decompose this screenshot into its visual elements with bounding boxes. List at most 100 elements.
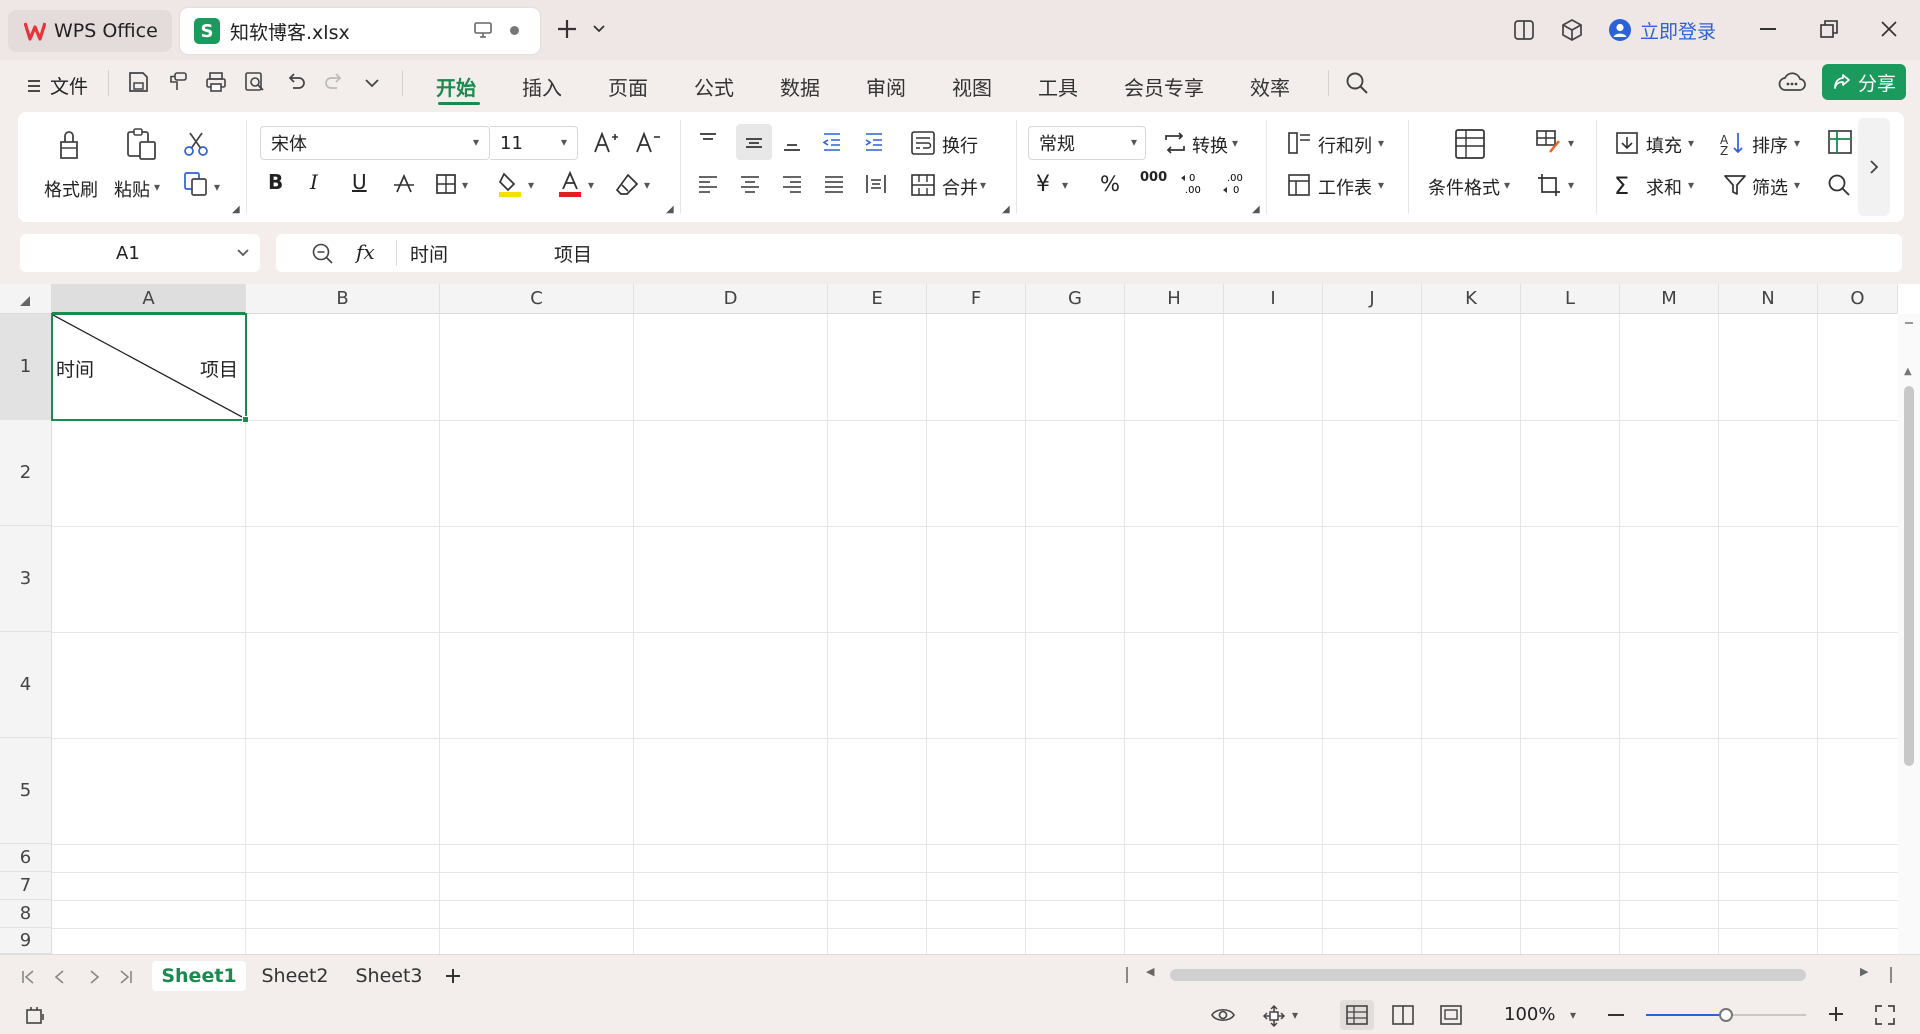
move-icon[interactable]	[1262, 1004, 1286, 1028]
horizontal-scroll-thumb[interactable]	[1170, 969, 1806, 981]
rows-columns-icon[interactable]	[1286, 130, 1312, 156]
convert-label[interactable]: 转换	[1192, 132, 1228, 158]
wrap-text-label[interactable]: 换行	[942, 132, 978, 158]
row-header-3[interactable]: 3	[0, 526, 52, 632]
merge-chevron-down-icon[interactable]: ▾	[980, 178, 986, 192]
font-color-icon[interactable]	[556, 170, 584, 198]
scroll-end-handle[interactable]	[1890, 967, 1892, 983]
zoom-formula-icon[interactable]	[310, 241, 334, 265]
font-group-expand-icon[interactable]: ◢	[666, 204, 674, 215]
strikethrough-icon[interactable]	[392, 172, 416, 196]
conditional-format-chevron-down-icon[interactable]: ▾	[1504, 178, 1510, 192]
minimize-icon[interactable]	[1760, 28, 1776, 30]
quick-access-chevron-down-icon[interactable]	[364, 78, 380, 88]
column-header-g[interactable]: G	[1026, 284, 1125, 314]
tab-review[interactable]: 审阅	[866, 72, 906, 101]
redo-icon[interactable]	[322, 70, 346, 94]
align-middle-button[interactable]	[736, 124, 772, 160]
percent-icon[interactable]: %	[1100, 172, 1120, 196]
column-header-j[interactable]: J	[1323, 284, 1422, 314]
column-header-d[interactable]: D	[634, 284, 828, 314]
cube-icon[interactable]	[1560, 18, 1584, 42]
prev-sheet-icon[interactable]	[52, 969, 68, 985]
format-brush-icon[interactable]	[166, 70, 190, 94]
row-header-7[interactable]: 7	[0, 872, 52, 900]
fill-chevron-down-icon[interactable]: ▾	[1688, 136, 1694, 150]
number-format-select[interactable]: 常规 ▾	[1028, 126, 1146, 160]
vertical-scrollbar[interactable]: ▲ ▼	[1898, 314, 1920, 973]
rows-columns-chevron-down-icon[interactable]: ▾	[1378, 136, 1384, 150]
font-color-chevron-down-icon[interactable]: ▾	[588, 178, 594, 192]
column-header-e[interactable]: E	[828, 284, 927, 314]
new-tab-plus-icon[interactable]	[556, 18, 578, 40]
file-menu-button[interactable]: 文件	[26, 72, 88, 99]
scroll-top-icon[interactable]	[1905, 322, 1913, 324]
sheet-tab-sheet2[interactable]: Sheet2	[250, 961, 340, 991]
layout-panel-icon[interactable]	[1512, 18, 1536, 42]
currency-yen-icon[interactable]: ¥	[1036, 172, 1050, 197]
cell-crop-icon[interactable]	[1536, 172, 1562, 198]
scroll-left-arrow-icon[interactable]: ◀	[1146, 965, 1154, 978]
clipboard-group-expand-icon[interactable]: ◢	[232, 204, 240, 215]
login-button[interactable]: 立即登录	[1608, 14, 1716, 46]
align-top-icon[interactable]	[696, 130, 720, 154]
cut-icon[interactable]	[182, 130, 210, 158]
column-header-a[interactable]: A	[52, 284, 246, 314]
align-right-icon[interactable]	[780, 172, 804, 196]
row-header-9[interactable]: 9	[0, 928, 52, 954]
justify-icon[interactable]	[822, 172, 846, 196]
tab-efficiency[interactable]: 效率	[1250, 72, 1290, 101]
name-box-chevron-down-icon[interactable]	[236, 248, 250, 258]
sheet-tab-sheet3[interactable]: Sheet3	[344, 961, 434, 991]
eye-protection-icon[interactable]	[1210, 1004, 1236, 1026]
thousands-separator-icon[interactable]: 000	[1140, 170, 1167, 185]
unsaved-dot-icon[interactable]	[510, 26, 519, 35]
add-sheet-plus-icon[interactable]	[444, 967, 462, 985]
decrease-font-size-icon[interactable]	[634, 128, 662, 156]
convert-chevron-down-icon[interactable]: ▾	[1232, 136, 1238, 150]
decrease-indent-icon[interactable]	[820, 130, 844, 154]
fullscreen-icon[interactable]	[1874, 1004, 1896, 1026]
scroll-right-arrow-icon[interactable]: ▶	[1860, 965, 1868, 978]
insert-function-icon[interactable]: fx	[356, 240, 375, 264]
filter-icon[interactable]	[1722, 172, 1748, 198]
freeze-panes-icon[interactable]	[1826, 128, 1854, 156]
sum-chevron-down-icon[interactable]: ▾	[1688, 178, 1694, 192]
cell-crop-chevron-down-icon[interactable]: ▾	[1568, 178, 1574, 192]
row-header-4[interactable]: 4	[0, 632, 52, 738]
column-header-o[interactable]: O	[1818, 284, 1898, 314]
align-left-icon[interactable]	[696, 172, 720, 196]
clear-format-eraser-icon[interactable]	[614, 172, 640, 198]
worksheet-label[interactable]: 工作表	[1318, 174, 1372, 200]
clear-format-chevron-down-icon[interactable]: ▾	[644, 178, 650, 192]
zoom-out-icon[interactable]	[1608, 1014, 1624, 1016]
paste-icon[interactable]	[124, 126, 160, 162]
search-icon[interactable]	[1344, 70, 1370, 96]
tab-member[interactable]: 会员专享	[1124, 72, 1204, 101]
tab-page[interactable]: 页面	[608, 72, 648, 101]
select-all-corner[interactable]	[0, 284, 52, 314]
tab-data[interactable]: 数据	[780, 72, 820, 101]
worksheet-icon[interactable]	[1286, 172, 1312, 198]
paste-chevron-down-icon[interactable]: ▾	[154, 180, 160, 194]
column-header-i[interactable]: I	[1224, 284, 1323, 314]
column-header-m[interactable]: M	[1620, 284, 1719, 314]
tab-home[interactable]: 开始	[436, 72, 476, 101]
column-header-b[interactable]: B	[246, 284, 440, 314]
increase-indent-icon[interactable]	[862, 130, 886, 154]
column-header-c[interactable]: C	[440, 284, 634, 314]
vertical-scroll-thumb[interactable]	[1904, 386, 1914, 766]
increase-decimal-icon[interactable]: 0.00	[1180, 170, 1206, 196]
share-button[interactable]: 分享	[1822, 64, 1906, 100]
paste-label[interactable]: 粘贴	[114, 176, 150, 202]
page-break-view-icon[interactable]	[1440, 1005, 1462, 1025]
zoom-level[interactable]: 100%	[1504, 1004, 1555, 1025]
sum-label[interactable]: 求和	[1646, 174, 1682, 200]
normal-view-button[interactable]	[1340, 1000, 1374, 1030]
fill-label[interactable]: 填充	[1646, 132, 1682, 158]
align-bottom-icon[interactable]	[780, 130, 804, 154]
column-header-k[interactable]: K	[1422, 284, 1521, 314]
print-icon[interactable]	[204, 70, 228, 94]
column-header-n[interactable]: N	[1719, 284, 1818, 314]
horizontal-split-handle[interactable]	[1126, 967, 1128, 983]
